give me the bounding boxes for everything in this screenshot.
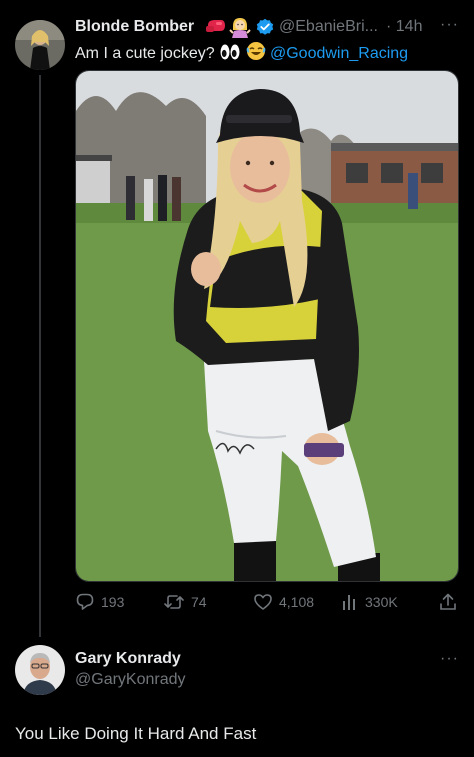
reply-author-display-name[interactable]: Gary Konrady [75, 650, 181, 668]
share-icon [440, 593, 456, 610]
reply-button[interactable]: 193 [75, 590, 124, 614]
like-button[interactable]: 4,108 [253, 590, 314, 614]
reply-author-handle-text[interactable]: @GaryKonrady [75, 671, 186, 688]
share-button[interactable] [438, 590, 464, 614]
laughing-emoji-icon [246, 41, 266, 66]
woman-shrugging-emoji-icon [229, 16, 251, 43]
view-count: 330K [365, 594, 398, 610]
more-options-icon[interactable]: ··· [440, 16, 459, 34]
retweet-icon [164, 595, 184, 609]
reply-text: You Like Doing It Hard And Fast [15, 724, 257, 743]
author-handle[interactable]: @EbanieBri... [279, 18, 378, 36]
reply-author-name-text[interactable]: Gary Konrady [75, 650, 181, 667]
photo-jockey-icon [76, 71, 458, 581]
tweet-text: Am I a cute jockey? @Goodwin_Racing [75, 41, 408, 66]
retweet-count: 74 [191, 594, 207, 610]
tweet-photo[interactable] [75, 70, 459, 582]
heart-icon [254, 594, 272, 610]
timestamp-text[interactable]: · 14h [386, 18, 422, 35]
author-display-name[interactable]: Blonde Bomber [75, 18, 194, 36]
verified-badge-icon [256, 18, 274, 41]
tweet-action-bar: 193 74 4,108 330K [75, 590, 459, 614]
author-handle-text[interactable]: @EbanieBri... [279, 18, 378, 35]
eyes-emoji-icon [219, 43, 241, 66]
reply-icon [76, 593, 94, 610]
views-chart-icon [343, 595, 355, 610]
author-name-text[interactable]: Blonde Bomber [75, 18, 194, 35]
thread-line [39, 75, 41, 637]
boxing-glove-emoji-icon [205, 18, 227, 43]
reply-author-handle[interactable]: @GaryKonrady [75, 671, 186, 689]
retweet-button[interactable]: 74 [163, 590, 207, 614]
mention-link[interactable]: @Goodwin_Racing [270, 45, 408, 62]
views-button[interactable]: 330K [341, 590, 398, 614]
reply-author-avatar[interactable] [15, 645, 65, 695]
reply-more-options-icon[interactable]: ··· [440, 650, 459, 668]
like-count: 4,108 [279, 594, 315, 610]
author-avatar[interactable] [15, 20, 65, 70]
reply-count: 193 [101, 594, 125, 610]
tweet-timestamp[interactable]: · 14h [386, 18, 422, 36]
tweet-text-body: Am I a cute jockey? [75, 45, 215, 62]
